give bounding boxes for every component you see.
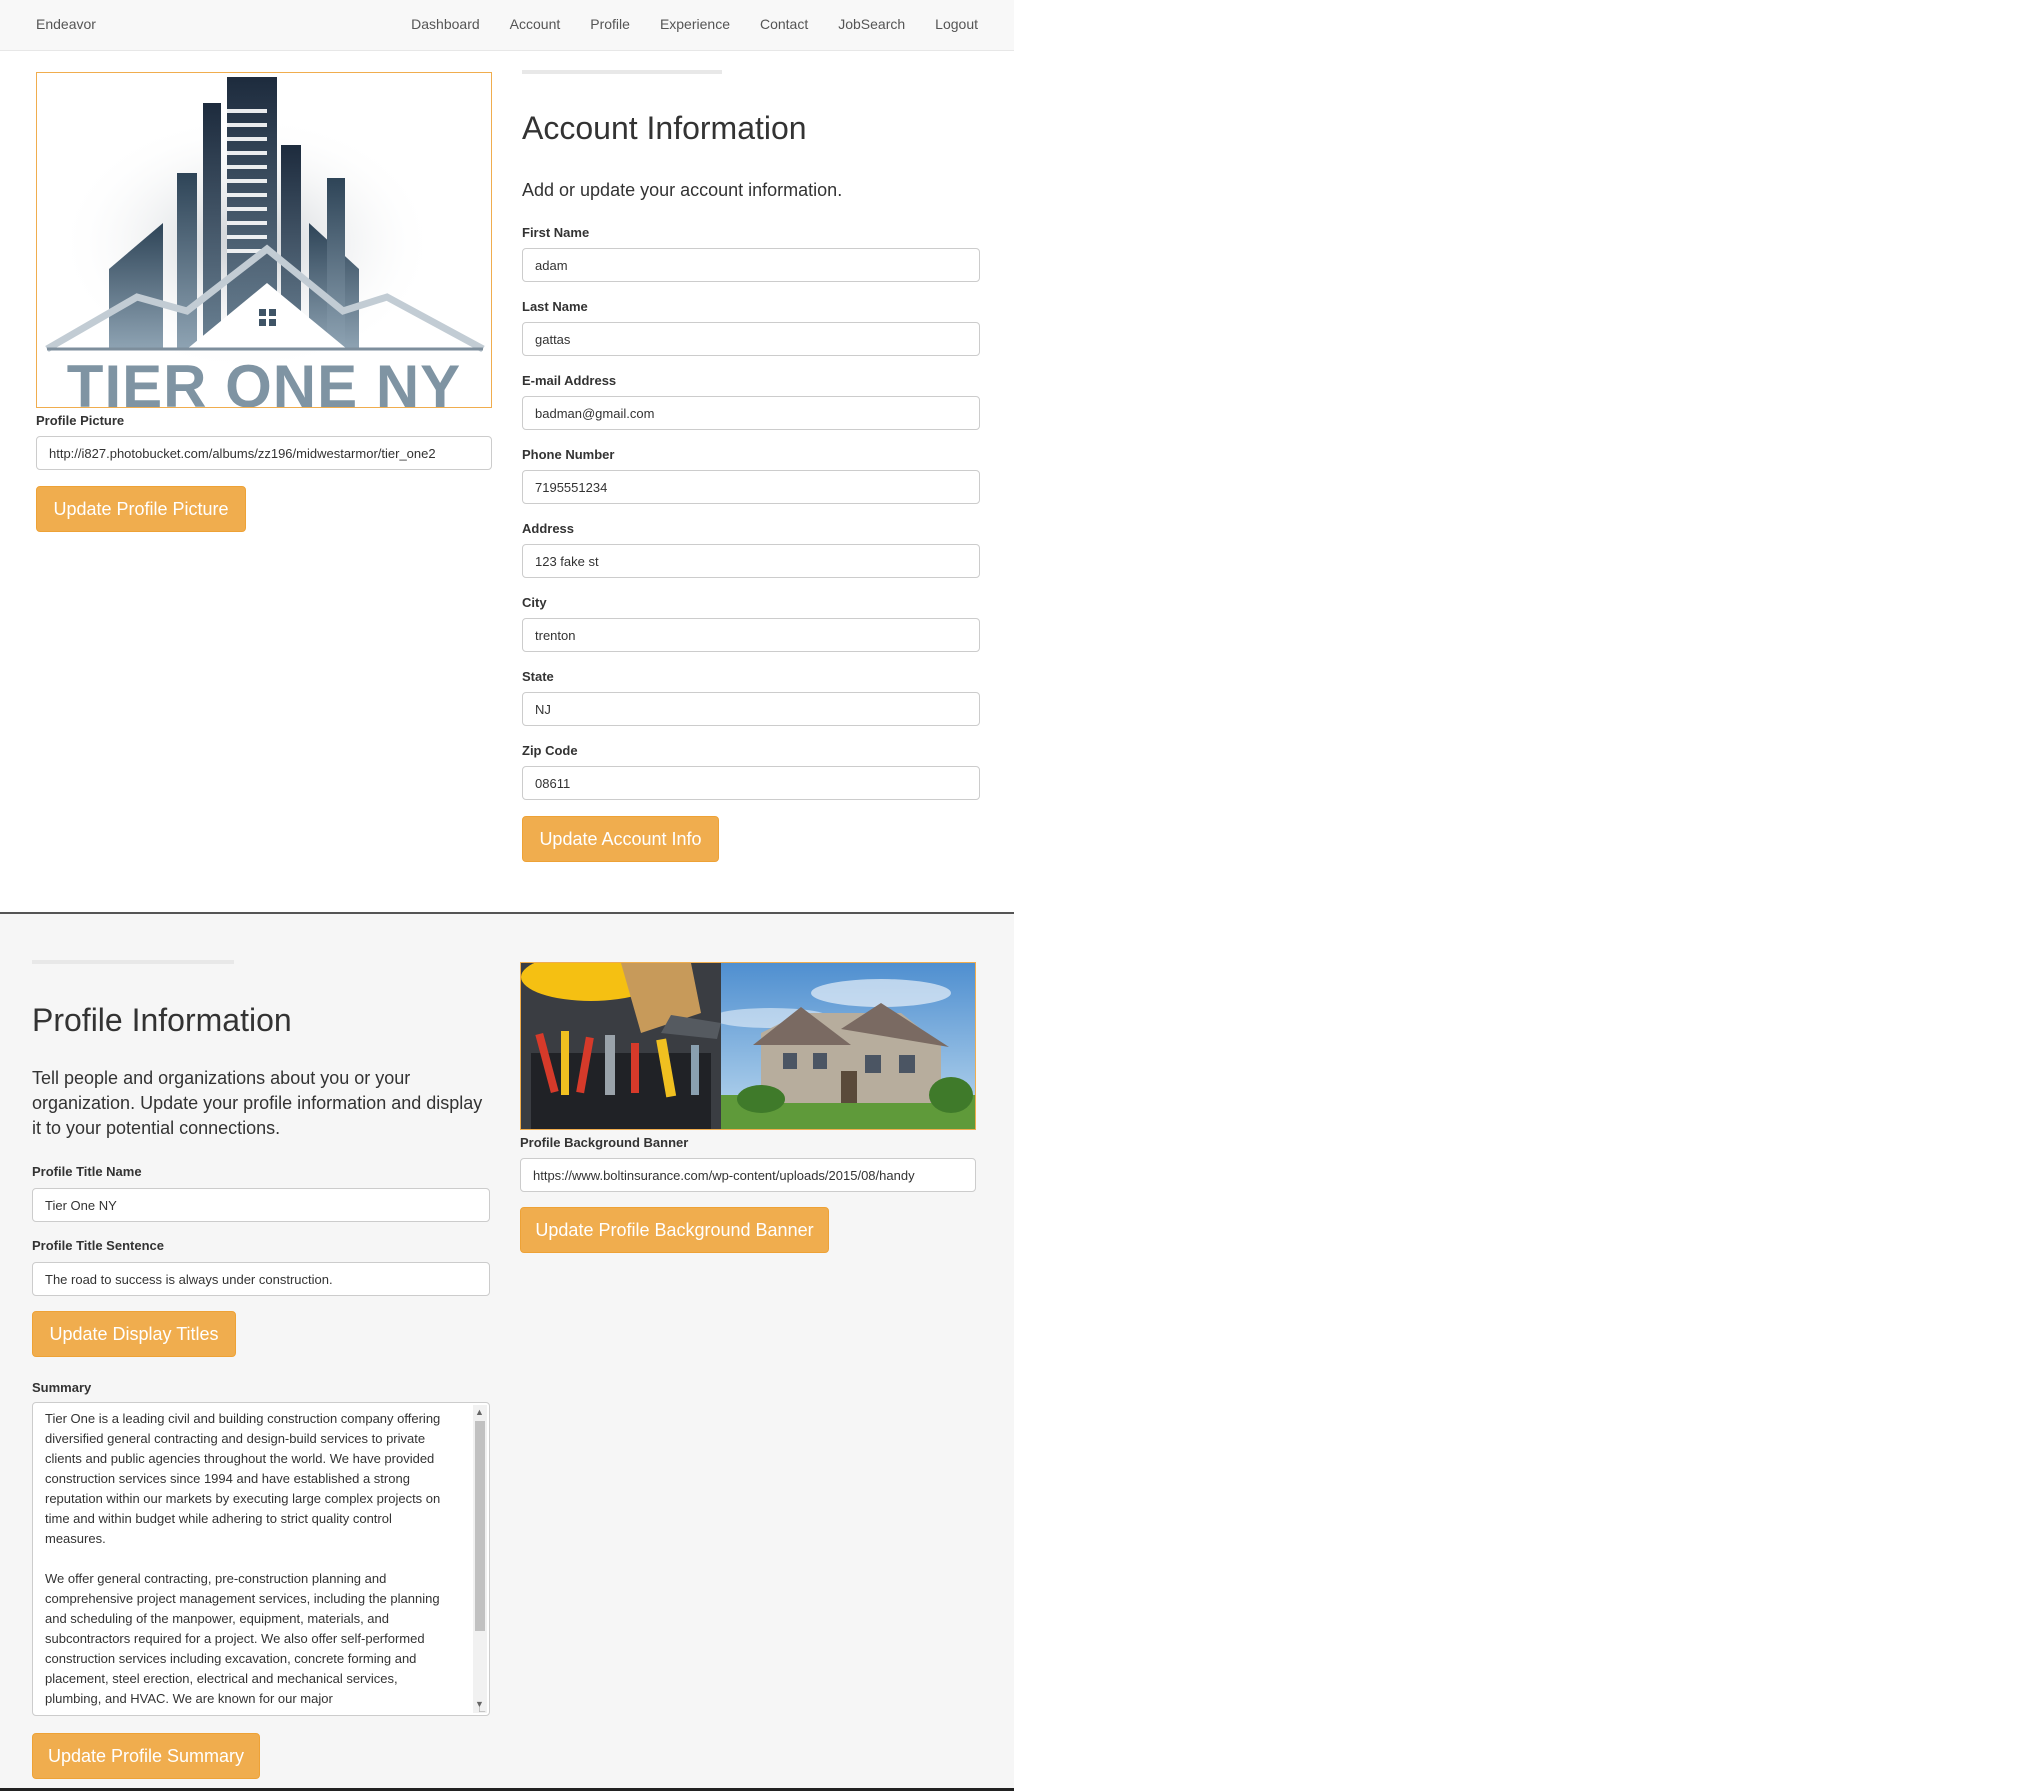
update-profile-background-banner-button[interactable]: Update Profile Background Banner <box>520 1207 829 1253</box>
account-heading: Account Information <box>522 110 807 146</box>
handyman-house-banner-image <box>521 963 975 1129</box>
update-profile-picture-button[interactable]: Update Profile Picture <box>36 486 246 532</box>
nav-link-contact[interactable]: Contact <box>760 16 808 32</box>
address-label: Address <box>522 521 575 536</box>
email-input[interactable] <box>522 396 980 430</box>
profile-picture: TIER ONE NY <box>36 72 492 408</box>
profile-title-sentence-label: Profile Title Sentence <box>32 1238 164 1253</box>
address-input[interactable] <box>522 544 980 578</box>
nav-link-account[interactable]: Account <box>510 16 561 32</box>
summary-label: Summary <box>32 1380 92 1395</box>
email-label: E-mail Address <box>522 373 617 388</box>
phone-label: Phone Number <box>522 447 615 462</box>
summary-textarea[interactable]: Tier One is a leading civil and building… <box>32 1402 490 1716</box>
city-label: City <box>522 595 547 610</box>
profile-lead: Tell people and organizations about you … <box>32 1068 483 1138</box>
summary-text: Tier One is a leading civil and building… <box>45 1411 441 1706</box>
nav-link-profile[interactable]: Profile <box>590 16 630 32</box>
state-input[interactable] <box>522 692 980 726</box>
profile-title-sentence-input[interactable] <box>32 1262 490 1296</box>
zip-code-label: Zip Code <box>522 743 578 758</box>
profile-picture-label: Profile Picture <box>36 413 125 428</box>
state-label: State <box>522 669 554 684</box>
account-page-top: Endeavor Dashboard Account Profile Exper… <box>0 0 1014 914</box>
banner-label: Profile Background Banner <box>520 1135 689 1150</box>
nav-link-logout[interactable]: Logout <box>935 16 978 32</box>
account-divider <box>522 70 722 74</box>
brand-link[interactable]: Endeavor <box>36 16 96 32</box>
profile-picture-url-input[interactable] <box>36 436 492 470</box>
profile-heading: Profile Information <box>32 1002 292 1038</box>
nav-links: Dashboard Account Profile Experience Con… <box>411 16 978 32</box>
nav-link-experience[interactable]: Experience <box>660 16 730 32</box>
nav-link-dashboard[interactable]: Dashboard <box>411 16 480 32</box>
profile-background-banner <box>520 962 976 1130</box>
logo-wordmark: TIER ONE NY <box>66 353 462 408</box>
summary-scrollbar[interactable]: ▲ ▼ <box>473 1405 487 1713</box>
profile-divider <box>32 960 234 964</box>
phone-input[interactable] <box>522 470 980 504</box>
zip-code-input[interactable] <box>522 766 980 800</box>
first-name-input[interactable] <box>522 248 980 282</box>
update-profile-summary-button[interactable]: Update Profile Summary <box>32 1733 260 1779</box>
profile-title-name-label: Profile Title Name <box>32 1164 142 1179</box>
banner-url-input[interactable] <box>520 1158 976 1192</box>
summary-scroll-thumb[interactable] <box>475 1421 485 1631</box>
last-name-label: Last Name <box>522 299 588 314</box>
navbar: Endeavor Dashboard Account Profile Exper… <box>0 0 1014 51</box>
update-account-info-button[interactable]: Update Account Info <box>522 816 719 862</box>
nav-link-jobsearch[interactable]: JobSearch <box>838 16 905 32</box>
first-name-label: First Name <box>522 225 590 240</box>
city-input[interactable] <box>522 618 980 652</box>
last-name-input[interactable] <box>522 322 980 356</box>
account-lead: Add or update your account information. <box>522 180 843 200</box>
scroll-up-icon[interactable]: ▲ <box>475 1407 484 1417</box>
update-display-titles-button[interactable]: Update Display Titles <box>32 1311 236 1357</box>
profile-title-name-input[interactable] <box>32 1188 490 1222</box>
resize-grip-icon[interactable]: ∟ <box>477 1705 487 1715</box>
